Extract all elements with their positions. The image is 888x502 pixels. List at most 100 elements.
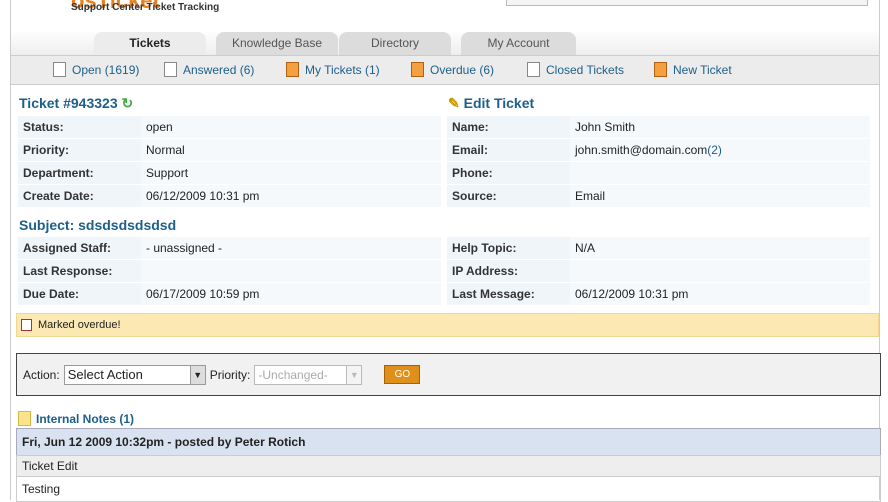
field-label: Assigned Staff:	[23, 241, 112, 255]
info-row: Source: Email	[447, 185, 870, 207]
nav-label: New Ticket	[673, 62, 732, 77]
document-icon	[53, 62, 66, 77]
ticket-number[interactable]: Ticket #943323	[19, 95, 118, 111]
info-row: IP Address:	[447, 260, 870, 282]
note-subject: Ticket Edit	[16, 455, 881, 477]
field-value: Support	[141, 162, 441, 184]
info-row: Assigned Staff: - unassigned -	[18, 237, 441, 259]
info-row: Status: open	[18, 116, 441, 138]
edit-ticket-label: Edit Ticket	[463, 95, 535, 111]
priority-select-value: -Unchanged-	[258, 367, 328, 382]
field-label: Last Response:	[23, 264, 113, 278]
email-count-link[interactable]: (2)	[707, 143, 722, 157]
field-value: john.smith@domain.com (2)	[570, 139, 870, 161]
email-value: john.smith@domain.com	[575, 143, 708, 157]
action-select[interactable]: Select Action ▼	[63, 364, 206, 385]
field-label: Help Topic:	[452, 241, 517, 255]
edit-ticket-link[interactable]: ✎ Edit Ticket	[448, 95, 534, 112]
go-button[interactable]: GO	[384, 365, 421, 384]
field-value: 06/12/2009 10:31 pm	[570, 283, 870, 305]
field-value: - unassigned -	[141, 237, 441, 259]
field-label: Last Message:	[452, 287, 535, 301]
field-label: Department:	[23, 166, 94, 180]
user-ticket-icon	[286, 62, 299, 77]
info-row: Department: Support	[18, 162, 441, 184]
search-box[interactable]	[506, 0, 868, 6]
checked-document-icon	[164, 62, 177, 77]
tagline: Support Center Ticket Tracking	[71, 2, 220, 13]
field-label: Create Date:	[23, 189, 94, 203]
ticket-subject: Subject: sdsdsdsdsdsd	[19, 217, 177, 233]
notice-text: Marked overdue!	[38, 319, 121, 331]
internal-notes-title: Internal Notes (1)	[36, 411, 135, 426]
nav-label: Answered (6)	[183, 62, 255, 77]
nav-label: Closed Tickets	[546, 62, 625, 77]
action-bar: Action: Select Action ▼ Priority: -Unchan…	[16, 353, 881, 396]
info-row: Priority: Normal	[18, 139, 441, 161]
field-label: Due Date:	[23, 287, 80, 301]
action-label: Action:	[23, 367, 60, 382]
field-value: Normal	[141, 139, 441, 161]
field-value: John Smith	[570, 116, 870, 138]
note-header: Fri, Jun 12 2009 10:32pm - posted by Pet…	[16, 428, 881, 456]
priority-select[interactable]: -Unchanged- ▼	[254, 364, 363, 385]
ticket-info-left: Status: open Priority: Normal Department: S…	[18, 116, 441, 208]
folder-icon	[18, 411, 31, 426]
ticket-info-right: Name: John Smith Email: john.smith@domain.…	[447, 116, 870, 208]
field-value: N/A	[570, 237, 870, 259]
field-value: 06/12/2009 10:31 pm	[141, 185, 441, 207]
tab-tickets[interactable]: Tickets	[94, 32, 206, 56]
tab-knowledge-base[interactable]: Knowledge Base	[216, 32, 338, 55]
field-value	[570, 260, 870, 282]
ticket-title: Ticket #943323 ↻	[19, 95, 133, 112]
new-ticket-icon	[654, 62, 667, 77]
field-value: Email	[570, 185, 870, 207]
info-row: Name: John Smith	[447, 116, 870, 138]
nav-answered[interactable]: Answered (6)	[164, 62, 254, 77]
ticket-meta-right: Help Topic: N/A IP Address: Last Message:…	[447, 237, 870, 306]
info-row: Phone:	[447, 162, 870, 184]
info-row: Due Date: 06/17/2009 10:59 pm	[18, 283, 441, 305]
pencil-icon: ✎	[448, 95, 460, 111]
nav-my-tickets[interactable]: My Tickets (1)	[286, 62, 380, 77]
field-value: 06/17/2009 10:59 pm	[141, 283, 441, 305]
field-value: open	[141, 116, 441, 138]
note-body: Testing	[16, 476, 881, 502]
info-row: Last Response:	[18, 260, 441, 282]
main-tabs: Tickets Knowledge Base Directory My Acco…	[11, 30, 879, 56]
nav-overdue[interactable]: Overdue (6)	[411, 62, 494, 77]
field-label: IP Address:	[452, 264, 519, 278]
nav-label: My Tickets (1)	[305, 62, 380, 77]
field-label: Email:	[452, 143, 489, 157]
overdue-notice: Marked overdue!	[16, 313, 879, 337]
sub-navigation: Open (1619) Answered (6) My Tickets (1) …	[11, 55, 879, 85]
field-value	[141, 260, 441, 282]
nav-label: Open (1619)	[72, 62, 140, 77]
notice-icon	[21, 319, 32, 331]
info-row: Last Message: 06/12/2009 10:31 pm	[447, 283, 870, 305]
field-label: Name:	[452, 120, 489, 134]
chevron-down-icon: ▼	[346, 365, 362, 384]
refresh-icon[interactable]: ↻	[122, 95, 134, 111]
tab-my-account[interactable]: My Account	[461, 32, 576, 55]
field-label: Priority:	[23, 143, 70, 157]
nav-label: Overdue (6)	[430, 62, 495, 77]
nav-open[interactable]: Open (1619)	[53, 62, 139, 77]
tab-directory[interactable]: Directory	[339, 32, 451, 55]
field-label: Status:	[23, 120, 64, 134]
priority-label: Priority:	[209, 367, 251, 382]
field-value	[570, 162, 870, 184]
ticket-meta-left: Assigned Staff: - unassigned - Last Respo…	[18, 237, 441, 306]
info-row: Help Topic: N/A	[447, 237, 870, 259]
field-label: Phone:	[452, 166, 493, 180]
field-label: Source:	[452, 189, 497, 203]
nav-closed-tickets[interactable]: Closed Tickets	[527, 62, 624, 77]
nav-new-ticket[interactable]: New Ticket	[654, 62, 732, 77]
closed-document-icon	[527, 62, 540, 77]
page: osTicket Support Center Ticket Tracking …	[10, 0, 881, 502]
action-select-value: Select Action	[67, 367, 143, 382]
alert-ticket-icon	[411, 62, 424, 77]
info-row: Email: john.smith@domain.com (2)	[447, 139, 870, 161]
internal-notes-toggle[interactable]: Internal Notes (1)	[18, 411, 134, 426]
info-row: Create Date: 06/12/2009 10:31 pm	[18, 185, 441, 207]
